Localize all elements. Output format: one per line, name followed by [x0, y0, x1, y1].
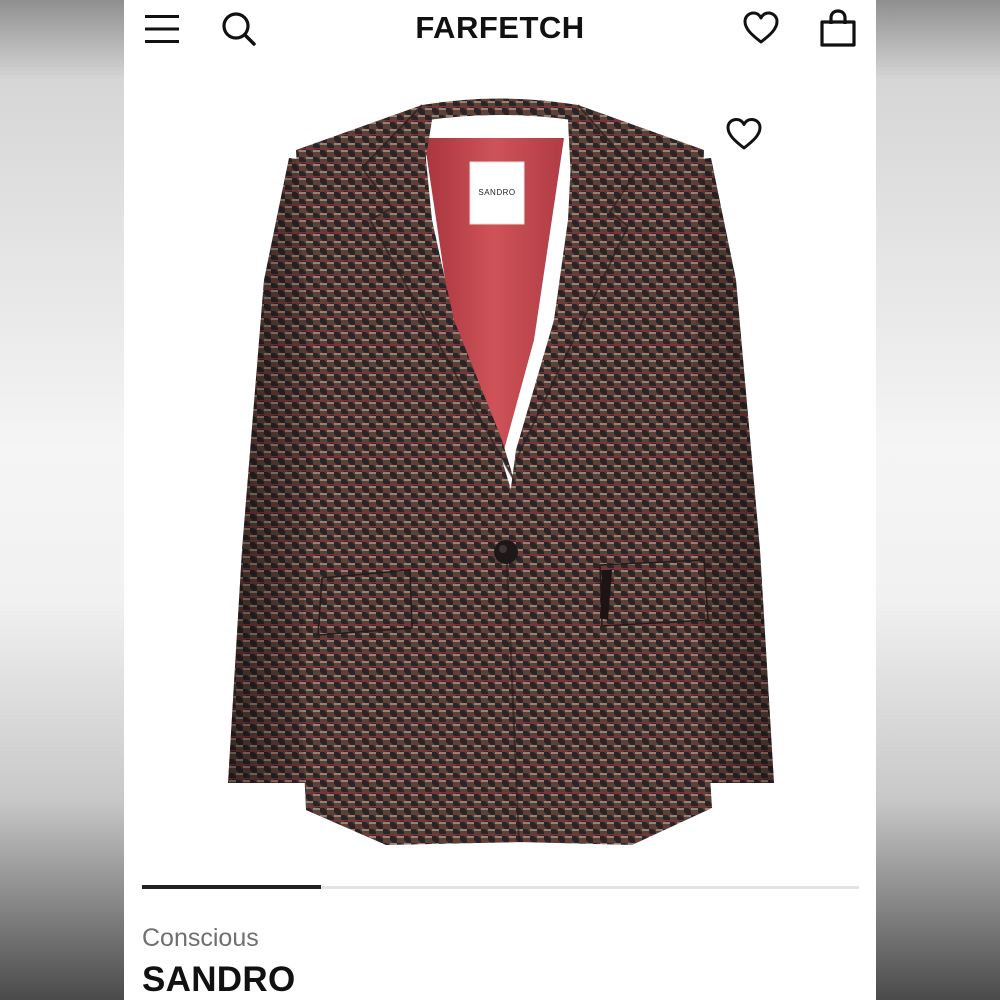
heart-icon[interactable] — [742, 10, 780, 46]
heart-outline-icon[interactable] — [724, 116, 764, 152]
carousel-progress-fill — [142, 885, 322, 889]
product-image-blazer[interactable]: SANDRO — [124, 80, 876, 870]
shopping-bag-icon[interactable] — [818, 8, 858, 48]
conscious-badge: Conscious — [142, 924, 259, 952]
left-background-margin — [0, 0, 124, 1000]
right-background-margin — [876, 0, 1000, 1000]
product-page: FARFETCH SANDRO Conscious SANDRO — [124, 0, 876, 1000]
image-carousel-progress[interactable] — [142, 885, 859, 889]
product-label-text: SANDRO — [478, 188, 515, 197]
brand-name[interactable]: SANDRO — [142, 958, 295, 1000]
top-navigation-bar: FARFETCH — [124, 0, 876, 58]
